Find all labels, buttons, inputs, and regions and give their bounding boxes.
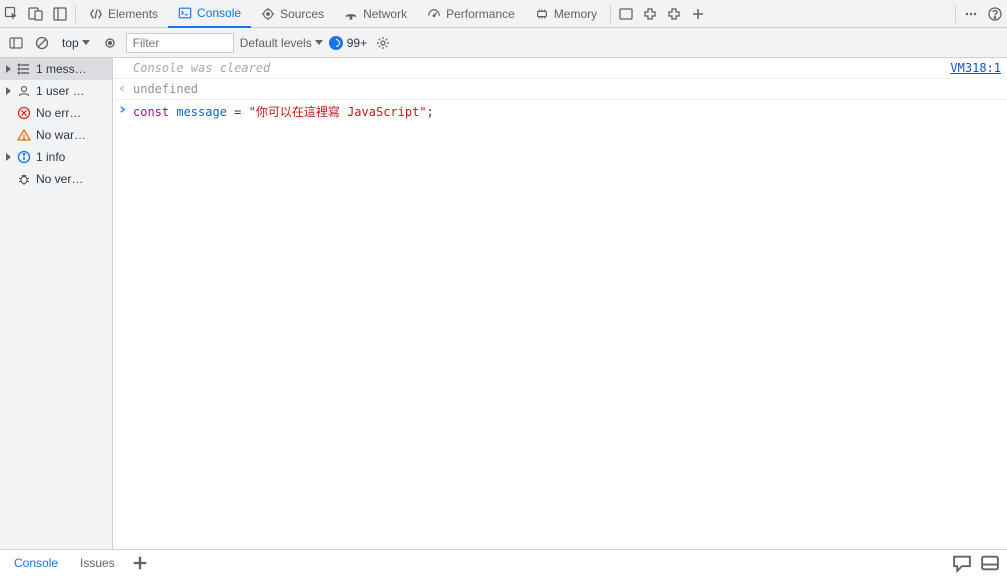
console-return-undefined: undefined — [113, 79, 1007, 100]
clear-console-icon[interactable] — [32, 33, 52, 53]
expand-icon — [4, 87, 12, 95]
warning-icon — [16, 127, 32, 143]
network-icon — [344, 7, 358, 21]
console-message-cleared: Console was cleared VM318:1 — [113, 58, 1007, 79]
return-marker-icon — [117, 82, 127, 93]
tab-performance[interactable]: Performance — [417, 0, 525, 28]
tab-performance-label: Performance — [446, 7, 515, 21]
console-settings-icon[interactable] — [373, 33, 393, 53]
levels-label: Default levels — [240, 36, 312, 50]
inspect-element-icon[interactable] — [0, 0, 24, 28]
sidebar-item-warnings[interactable]: No war… — [0, 124, 112, 146]
sidebar-warnings-label: No war… — [36, 128, 108, 142]
list-icon — [16, 61, 32, 77]
error-icon — [16, 105, 32, 121]
tab-sources[interactable]: Sources — [251, 0, 334, 28]
sidebar-info-label: 1 info — [36, 150, 108, 164]
send-feedback-icon[interactable] — [951, 552, 973, 574]
bug-icon — [16, 171, 32, 187]
divider — [610, 5, 611, 23]
divider — [75, 5, 76, 23]
more-icon[interactable] — [959, 0, 983, 28]
sidebar-item-errors[interactable]: No err… — [0, 102, 112, 124]
expand-icon — [4, 153, 12, 161]
add-drawer-tab-icon[interactable] — [129, 552, 151, 574]
drawer-tab-issues[interactable]: Issues — [72, 551, 123, 575]
tab-console[interactable]: Console — [168, 0, 251, 28]
add-tab-icon[interactable] — [686, 0, 710, 28]
drawer-issues-label: Issues — [80, 556, 115, 570]
sidebar-item-verbose[interactable]: No ver… — [0, 168, 112, 190]
sources-icon — [261, 7, 275, 21]
levels-selector[interactable]: Default levels — [240, 36, 323, 50]
sidebar-item-messages[interactable]: 1 mess… — [0, 58, 112, 80]
divider — [955, 5, 956, 23]
elements-icon — [89, 7, 103, 21]
context-selector[interactable]: top — [58, 34, 94, 52]
tab-elements-label: Elements — [108, 7, 158, 21]
live-expression-icon[interactable] — [100, 33, 120, 53]
chevron-down-icon — [82, 40, 90, 45]
prompt-marker-icon — [117, 103, 127, 114]
tab-elements[interactable]: Elements — [79, 0, 168, 28]
issues-badge[interactable]: 99+ — [329, 36, 367, 50]
user-icon — [16, 83, 32, 99]
toggle-sidebar-icon[interactable] — [6, 33, 26, 53]
issue-dot-icon — [329, 36, 343, 50]
tab-network-label: Network — [363, 7, 407, 21]
tab-memory-label: Memory — [554, 7, 597, 21]
close-drawer-icon[interactable] — [979, 552, 1001, 574]
undefined-text: undefined — [133, 82, 1001, 96]
tab-console-label: Console — [197, 6, 241, 20]
context-label: top — [62, 36, 79, 50]
panel-icon[interactable] — [614, 0, 638, 28]
marker-blank — [117, 61, 127, 63]
cleared-text: Console was cleared — [133, 61, 944, 75]
extension-icon-2[interactable] — [662, 0, 686, 28]
sidebar-verbose-label: No ver… — [36, 172, 108, 186]
info-icon — [16, 149, 32, 165]
tab-memory[interactable]: Memory — [525, 0, 607, 28]
dock-side-icon[interactable] — [48, 0, 72, 28]
message-sidebar: 1 mess… 1 user … No err… No war… 1 info … — [0, 58, 113, 549]
chevron-down-icon — [315, 40, 323, 45]
performance-icon — [427, 7, 441, 21]
console-code: const message = "你可以在這裡寫 JavaScript"; — [133, 103, 1001, 120]
device-toggle-icon[interactable] — [24, 0, 48, 28]
extension-icon-1[interactable] — [638, 0, 662, 28]
memory-icon — [535, 7, 549, 21]
sidebar-errors-label: No err… — [36, 106, 108, 120]
sidebar-item-info[interactable]: 1 info — [0, 146, 112, 168]
drawer-tab-console[interactable]: Console — [6, 551, 66, 575]
console-input-line[interactable]: const message = "你可以在這裡寫 JavaScript"; — [113, 100, 1007, 123]
expand-icon — [4, 65, 12, 73]
tab-sources-label: Sources — [280, 7, 324, 21]
issue-count: 99+ — [347, 36, 367, 50]
filter-input[interactable] — [126, 33, 234, 53]
drawer-console-label: Console — [14, 556, 58, 570]
console-output: Console was cleared VM318:1 undefined co… — [113, 58, 1007, 549]
tab-network[interactable]: Network — [334, 0, 417, 28]
sidebar-item-user[interactable]: 1 user … — [0, 80, 112, 102]
source-link[interactable]: VM318:1 — [950, 61, 1001, 75]
help-icon[interactable] — [983, 0, 1007, 28]
console-icon — [178, 6, 192, 20]
sidebar-user-label: 1 user … — [36, 84, 108, 98]
sidebar-messages-label: 1 mess… — [36, 62, 108, 76]
